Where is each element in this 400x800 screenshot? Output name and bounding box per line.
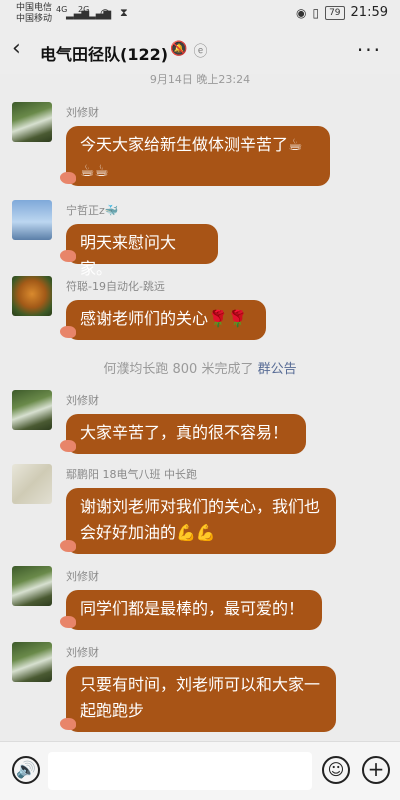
wifi-icon: ◠ xyxy=(100,6,111,20)
sender-name: 鄢鹏阳 18电气八班 中长跑 xyxy=(66,468,197,481)
chat-title[interactable]: 电气田径队(122) xyxy=(40,41,168,65)
notice-text: 何濮均长跑 800 米完成了 xyxy=(103,362,258,377)
message-input[interactable] xyxy=(48,752,312,790)
avatar[interactable] xyxy=(12,642,52,682)
sender-name: 刘修财 xyxy=(66,646,99,659)
carrier-1: 中国电信 xyxy=(16,3,53,13)
group-announcement-link[interactable]: 群公告 xyxy=(258,362,297,377)
status-bar: 中国电信 中国移动 4G 2G ▂▄▆ ▂▄▆ ◠ ⧗ ◉ ▯ 79 21:59 xyxy=(0,0,400,28)
message-timestamp: 9月14日 晚上23:24 xyxy=(149,73,251,86)
message-bubble[interactable]: 同学们都是最棒的，最可爱的！ xyxy=(60,590,322,630)
ear-icon: ⓔ xyxy=(193,44,208,60)
avatar[interactable] xyxy=(12,200,52,240)
hourglass-icon: ⧗ xyxy=(120,6,128,19)
group-notice: 何濮均长跑 800 米完成了 群公告 xyxy=(0,358,400,377)
back-button[interactable]: ‹ xyxy=(12,36,21,61)
add-attachment-button[interactable]: + xyxy=(362,756,390,784)
sender-name: 符聪-19自动化-跳远 xyxy=(66,280,165,293)
header-icons: 🔕 ⓔ xyxy=(170,41,207,61)
more-options-button[interactable]: ··· xyxy=(357,38,382,62)
message-bubble[interactable]: 感谢老师们的关心🌹🌹 xyxy=(60,300,266,340)
message-bubble[interactable]: 今天大家给新生做体测辛苦了☕ ☕☕ xyxy=(60,126,330,186)
status-right: ◉ ▯ 79 21:59 xyxy=(296,5,388,20)
signal-1-icon: ▂▄▆ xyxy=(66,9,90,20)
battery-indicator: 79 xyxy=(325,5,345,20)
mute-bell-icon: 🔕 xyxy=(170,41,188,57)
emoji-button[interactable]: ☺ xyxy=(322,756,350,784)
carrier-labels: 中国电信 中国移动 xyxy=(16,3,52,25)
message-bubble[interactable]: 明天来慰问大家。 xyxy=(60,224,218,278)
avatar[interactable] xyxy=(12,464,52,504)
message-bubble[interactable]: 大家辛苦了，真的很不容易！ xyxy=(60,414,306,454)
message-bubble[interactable]: 只要有时间，刘老师可以和大家一起跑跑步 xyxy=(60,666,336,732)
avatar[interactable] xyxy=(12,566,52,606)
message-bubble[interactable]: 谢谢刘老师对我们的关心，我们也会好好加油的💪💪 xyxy=(60,488,336,554)
sender-name: 刘修财 xyxy=(66,106,99,119)
avatar[interactable] xyxy=(12,102,52,142)
vibrate-icon: ▯ xyxy=(312,5,320,20)
sender-name: 刘修财 xyxy=(66,570,99,583)
eye-icon: ◉ xyxy=(295,5,307,20)
carrier-2: 中国移动 xyxy=(16,14,53,24)
avatar[interactable] xyxy=(12,390,52,430)
message-input-bar: 🔊 ☺ + xyxy=(0,741,400,800)
avatar[interactable] xyxy=(12,276,52,316)
voice-input-button[interactable]: 🔊 xyxy=(12,756,40,784)
sender-name: 刘修财 xyxy=(66,394,99,407)
clock: 21:59 xyxy=(350,5,388,20)
sender-name: 宁哲正z🐳 xyxy=(66,204,119,217)
chat-header: ‹ 电气田径队(122) 🔕 ⓔ ··· xyxy=(0,28,400,74)
